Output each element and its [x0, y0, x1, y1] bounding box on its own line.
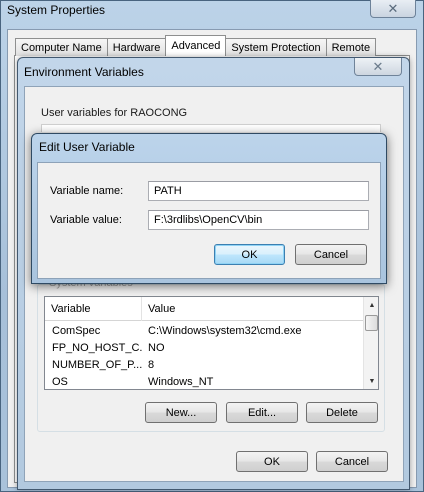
- row-value: 8: [148, 358, 155, 371]
- system-properties-close-button[interactable]: ✕: [370, 0, 416, 18]
- env-cancel-button[interactable]: Cancel: [316, 451, 388, 472]
- tab-hardware[interactable]: Hardware: [106, 38, 167, 56]
- edit-user-variable-title: Edit User Variable: [39, 140, 135, 154]
- table-row[interactable]: OS Windows_NT: [45, 373, 363, 389]
- environment-variables-title: Environment Variables: [24, 65, 144, 79]
- tab-remote[interactable]: Remote: [325, 38, 377, 56]
- row-variable: NUMBER_OF_P...: [52, 358, 142, 371]
- user-variables-label: User variables for RAOCONG: [41, 107, 188, 119]
- variable-name-label: Variable name:: [50, 185, 124, 197]
- scrollbar-thumb[interactable]: [365, 315, 378, 331]
- variable-value-label: Variable value:: [50, 214, 122, 226]
- close-icon: ✕: [387, 0, 399, 16]
- list-scrollbar[interactable]: ▲ ▼: [363, 297, 378, 389]
- column-header-value[interactable]: Value: [142, 297, 363, 321]
- edit-cancel-button[interactable]: Cancel: [295, 244, 367, 265]
- row-value: NO: [148, 341, 165, 354]
- env-ok-button[interactable]: OK: [236, 451, 308, 472]
- list-rows: ComSpec C:\Windows\system32\cmd.exe FP_N…: [45, 322, 363, 389]
- edit-ok-button[interactable]: OK: [214, 244, 285, 265]
- system-properties-tabs: Computer Name Hardware Advanced System P…: [15, 35, 377, 56]
- row-variable: OS: [52, 375, 68, 388]
- table-row[interactable]: NUMBER_OF_P... 8: [45, 356, 363, 373]
- tab-computer-name[interactable]: Computer Name: [15, 38, 108, 56]
- scroll-down-icon[interactable]: ▼: [364, 373, 378, 389]
- row-value: Windows_NT: [148, 375, 214, 388]
- new-button[interactable]: New...: [145, 402, 217, 423]
- environment-variables-close-button[interactable]: ✕: [354, 58, 402, 76]
- table-row[interactable]: ComSpec C:\Windows\system32\cmd.exe: [45, 322, 363, 339]
- user-variables-list[interactable]: [41, 124, 381, 132]
- column-header-variable[interactable]: Variable: [45, 297, 142, 321]
- scroll-up-icon[interactable]: ▲: [364, 297, 378, 313]
- table-row[interactable]: FP_NO_HOST_C... NO: [45, 339, 363, 356]
- delete-button[interactable]: Delete: [306, 402, 378, 423]
- close-icon: ✕: [372, 58, 384, 74]
- edit-button[interactable]: Edit...: [226, 402, 298, 423]
- row-variable: ComSpec: [52, 324, 101, 337]
- variable-value-field[interactable]: F:\3rdlibs\OpenCV\bin: [148, 210, 369, 230]
- system-variables-list[interactable]: Variable Value ComSpec C:\Windows\system…: [44, 296, 379, 390]
- row-value: C:\Windows\system32\cmd.exe: [148, 324, 302, 337]
- variable-name-field[interactable]: PATH: [148, 181, 369, 201]
- tab-system-protection[interactable]: System Protection: [225, 38, 327, 56]
- tab-advanced[interactable]: Advanced: [165, 35, 227, 56]
- list-header: Variable Value: [45, 297, 363, 321]
- system-properties-title: System Properties: [7, 3, 106, 17]
- row-variable: FP_NO_HOST_C...: [52, 341, 142, 354]
